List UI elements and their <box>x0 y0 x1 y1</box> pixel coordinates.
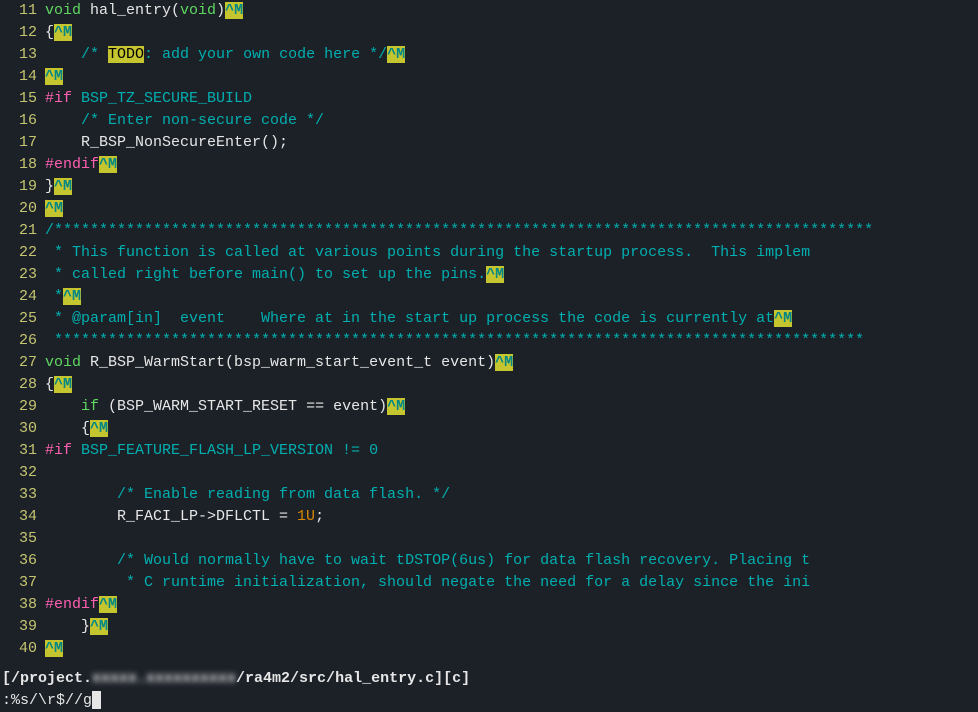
line-content[interactable]: /* Would normally have to wait tDSTOP(6u… <box>45 550 978 572</box>
line-content[interactable]: * C runtime initialization, should negat… <box>45 572 978 594</box>
line-number: 15 <box>0 88 45 110</box>
code-line[interactable]: 32 <box>0 462 978 484</box>
line-content[interactable]: #if BSP_FEATURE_FLASH_LP_VERSION != 0 <box>45 440 978 462</box>
line-content[interactable]: * called right before main() to set up t… <box>45 264 978 286</box>
code-line[interactable]: 14^M <box>0 66 978 88</box>
code-line[interactable]: 39 }^M <box>0 616 978 638</box>
code-line[interactable]: 28{^M <box>0 374 978 396</box>
line-content[interactable]: {^M <box>45 22 978 44</box>
line-number: 20 <box>0 198 45 220</box>
line-content[interactable]: void hal_entry(void)^M <box>45 0 978 22</box>
code-line[interactable]: 13 /* TODO: add your own code here */^M <box>0 44 978 66</box>
line-content[interactable]: /* Enter non-secure code */ <box>45 110 978 132</box>
line-content[interactable]: }^M <box>45 176 978 198</box>
code-line[interactable]: 35 <box>0 528 978 550</box>
line-content[interactable]: {^M <box>45 374 978 396</box>
line-number: 34 <box>0 506 45 528</box>
line-content[interactable]: * This function is called at various poi… <box>45 242 978 264</box>
code-line[interactable]: 24 *^M <box>0 286 978 308</box>
cursor <box>92 691 101 709</box>
line-number: 28 <box>0 374 45 396</box>
line-number: 33 <box>0 484 45 506</box>
line-number: 17 <box>0 132 45 154</box>
code-line[interactable]: 40^M <box>0 638 978 660</box>
line-number: 27 <box>0 352 45 374</box>
line-number: 21 <box>0 220 45 242</box>
line-content[interactable]: #endif^M <box>45 154 978 176</box>
code-line[interactable]: 20^M <box>0 198 978 220</box>
code-line[interactable]: 17 R_BSP_NonSecureEnter(); <box>0 132 978 154</box>
code-line[interactable]: 19}^M <box>0 176 978 198</box>
line-number: 38 <box>0 594 45 616</box>
code-editor[interactable]: 11void hal_entry(void)^M12{^M13 /* TODO:… <box>0 0 978 660</box>
code-line[interactable]: 18#endif^M <box>0 154 978 176</box>
code-line[interactable]: 23 * called right before main() to set u… <box>0 264 978 286</box>
code-line[interactable]: 27void R_BSP_WarmStart(bsp_warm_start_ev… <box>0 352 978 374</box>
line-content[interactable]: ^M <box>45 66 978 88</box>
code-line[interactable]: 36 /* Would normally have to wait tDSTOP… <box>0 550 978 572</box>
line-number: 30 <box>0 418 45 440</box>
line-content[interactable]: /***************************************… <box>45 220 978 242</box>
line-number: 35 <box>0 528 45 550</box>
code-line[interactable]: 31#if BSP_FEATURE_FLASH_LP_VERSION != 0 <box>0 440 978 462</box>
line-number: 37 <box>0 572 45 594</box>
line-number: 26 <box>0 330 45 352</box>
code-line[interactable]: 34 R_FACI_LP->DFLCTL = 1U; <box>0 506 978 528</box>
line-content[interactable] <box>45 462 978 484</box>
line-number: 18 <box>0 154 45 176</box>
code-line[interactable]: 21/*************************************… <box>0 220 978 242</box>
line-content[interactable]: }^M <box>45 616 978 638</box>
line-number: 12 <box>0 22 45 44</box>
line-number: 32 <box>0 462 45 484</box>
line-content[interactable]: * @param[in] event Where at in the start… <box>45 308 978 330</box>
line-number: 39 <box>0 616 45 638</box>
code-line[interactable]: 37 * C runtime initialization, should ne… <box>0 572 978 594</box>
line-number: 23 <box>0 264 45 286</box>
line-number: 11 <box>0 0 45 22</box>
line-number: 40 <box>0 638 45 660</box>
line-content[interactable]: ****************************************… <box>45 330 978 352</box>
code-line[interactable]: 30 {^M <box>0 418 978 440</box>
command-line[interactable]: :%s/\r$//g <box>0 690 978 712</box>
line-content[interactable]: void R_BSP_WarmStart(bsp_warm_start_even… <box>45 352 978 374</box>
status-path-suffix: /ra4m2/src/hal_entry.c][c] <box>236 670 470 687</box>
code-line[interactable]: 12{^M <box>0 22 978 44</box>
code-line[interactable]: 25 * @param[in] event Where at in the st… <box>0 308 978 330</box>
line-number: 16 <box>0 110 45 132</box>
code-line[interactable]: 33 /* Enable reading from data flash. */ <box>0 484 978 506</box>
line-content[interactable]: /* Enable reading from data flash. */ <box>45 484 978 506</box>
line-content[interactable]: ^M <box>45 198 978 220</box>
line-number: 24 <box>0 286 45 308</box>
line-content[interactable]: {^M <box>45 418 978 440</box>
line-number: 13 <box>0 44 45 66</box>
line-content[interactable]: #endif^M <box>45 594 978 616</box>
line-content[interactable]: if (BSP_WARM_START_RESET == event)^M <box>45 396 978 418</box>
status-bar: [/project.xxxxx.xxxxxxxxxx/ra4m2/src/hal… <box>0 668 978 690</box>
line-number: 19 <box>0 176 45 198</box>
line-content[interactable]: /* TODO: add your own code here */^M <box>45 44 978 66</box>
line-content[interactable]: R_FACI_LP->DFLCTL = 1U; <box>45 506 978 528</box>
line-content[interactable]: ^M <box>45 638 978 660</box>
line-number: 14 <box>0 66 45 88</box>
line-number: 25 <box>0 308 45 330</box>
code-line[interactable]: 11void hal_entry(void)^M <box>0 0 978 22</box>
code-line[interactable]: 38#endif^M <box>0 594 978 616</box>
code-line[interactable]: 26 *************************************… <box>0 330 978 352</box>
line-number: 29 <box>0 396 45 418</box>
line-content[interactable]: R_BSP_NonSecureEnter(); <box>45 132 978 154</box>
line-content[interactable]: *^M <box>45 286 978 308</box>
line-content[interactable] <box>45 528 978 550</box>
status-path-blurred: xxxxx.xxxxxxxxxx <box>92 670 236 687</box>
command-text: :%s/\r$//g <box>2 692 92 709</box>
code-line[interactable]: 16 /* Enter non-secure code */ <box>0 110 978 132</box>
code-line[interactable]: 15#if BSP_TZ_SECURE_BUILD <box>0 88 978 110</box>
line-content[interactable]: #if BSP_TZ_SECURE_BUILD <box>45 88 978 110</box>
line-number: 36 <box>0 550 45 572</box>
code-line[interactable]: 29 if (BSP_WARM_START_RESET == event)^M <box>0 396 978 418</box>
line-number: 31 <box>0 440 45 462</box>
line-number: 22 <box>0 242 45 264</box>
status-path-prefix: [/project. <box>2 670 92 687</box>
code-line[interactable]: 22 * This function is called at various … <box>0 242 978 264</box>
